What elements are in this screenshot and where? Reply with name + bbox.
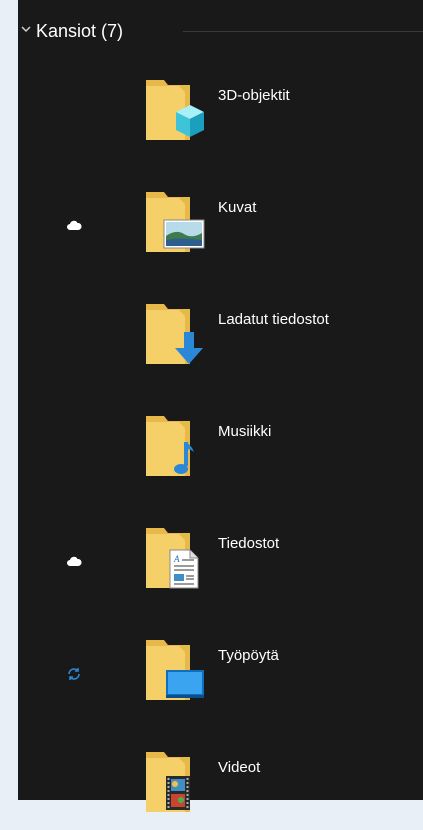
folder-item-tyopoyta[interactable]: Työpöytä: [18, 632, 423, 718]
folder-downloads-icon: [146, 304, 203, 364]
folder-videos-icon: [146, 752, 190, 812]
svg-text:A: A: [173, 554, 180, 564]
folder-item-tiedostot[interactable]: A Tiedostot: [18, 520, 423, 606]
folder-documents-icon: A: [146, 528, 199, 589]
folder-label: 3D-objektit: [218, 87, 290, 104]
cloud-icon: [67, 220, 82, 230]
chevron-down-icon[interactable]: [20, 23, 32, 35]
folders-group-title: Kansiot (7): [36, 21, 124, 41]
folder-pictures-icon: [146, 192, 205, 252]
folder-label: Videot: [218, 759, 261, 776]
folder-item-kuvat[interactable]: Kuvat: [18, 184, 423, 270]
folders-panel: Kansiot (7) 3D-objektit Kuvat Ladatut ti…: [18, 0, 423, 812]
folder-item-ladatut-tiedostot[interactable]: Ladatut tiedostot: [18, 296, 423, 382]
folder-desktop-icon: [146, 640, 204, 700]
group-divider: [183, 31, 423, 32]
sync-icon: [68, 668, 80, 680]
folder-item-videot[interactable]: Videot: [18, 744, 423, 830]
folder-item-3d-objektit[interactable]: 3D-objektit: [18, 72, 423, 158]
folder-item-musiikki[interactable]: Musiikki: [18, 408, 423, 494]
folder-label: Kuvat: [218, 199, 257, 216]
folder-3d-objects-icon: [146, 80, 204, 140]
folder-label: Tiedostot: [218, 535, 280, 552]
folder-label: Ladatut tiedostot: [218, 311, 329, 328]
folder-label: Musiikki: [218, 423, 272, 440]
folder-label: Työpöytä: [218, 647, 279, 664]
folder-music-icon: [146, 416, 194, 476]
folders-group-header[interactable]: Kansiot (7): [18, 14, 423, 50]
cloud-icon: [67, 556, 82, 566]
